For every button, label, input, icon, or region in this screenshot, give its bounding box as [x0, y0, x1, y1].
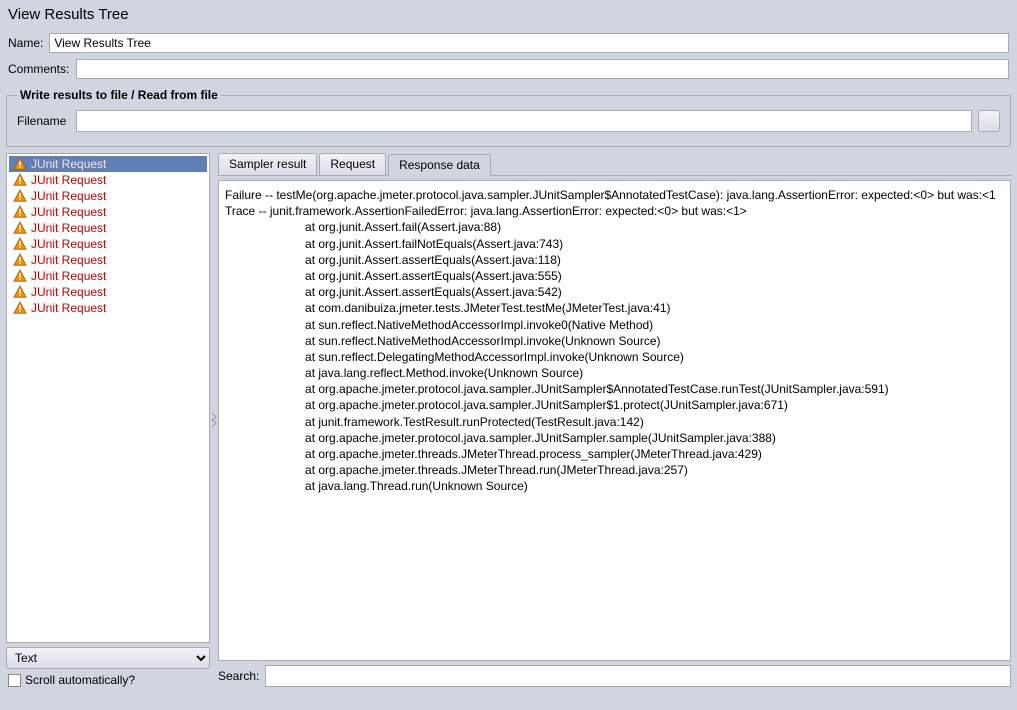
tree-item-label: JUnit Request	[31, 253, 106, 267]
splitter-handle[interactable]	[210, 153, 218, 687]
scroll-auto-label: Scroll automatically?	[25, 673, 135, 687]
tree-item-label: JUnit Request	[31, 173, 106, 187]
tree-item-label: JUnit Request	[31, 221, 106, 235]
tree-item-label: JUnit Request	[31, 189, 106, 203]
tree-item-label: JUnit Request	[31, 157, 106, 171]
search-label: Search:	[218, 669, 259, 683]
page-title: View Results Tree	[8, 6, 1009, 23]
tab-sampler-result[interactable]: Sampler result	[218, 153, 317, 175]
tree-item[interactable]: JUnit Request	[9, 156, 207, 172]
filename-input[interactable]	[76, 110, 972, 132]
tree-item[interactable]: JUnit Request	[9, 204, 207, 220]
tree-item[interactable]: JUnit Request	[9, 172, 207, 188]
name-input[interactable]	[49, 33, 1009, 53]
scroll-auto-checkbox[interactable]	[8, 674, 21, 687]
tree-item-label: JUnit Request	[31, 285, 106, 299]
tree-item-label: JUnit Request	[31, 269, 106, 283]
filename-label: Filename	[17, 114, 70, 128]
response-data-content[interactable]: Failure -- testMe(org.apache.jmeter.prot…	[218, 180, 1011, 661]
tree-item[interactable]: JUnit Request	[9, 220, 207, 236]
tree-item[interactable]: JUnit Request	[9, 188, 207, 204]
tab-request[interactable]: Request	[319, 153, 386, 175]
name-label: Name:	[8, 36, 49, 50]
tree-item[interactable]: JUnit Request	[9, 284, 207, 300]
tree-item[interactable]: JUnit Request	[9, 268, 207, 284]
results-tree[interactable]: JUnit Request JUnit Request JUnit Request J…	[6, 153, 210, 643]
file-section-title: Write results to file / Read from file	[17, 88, 221, 102]
tree-item-label: JUnit Request	[31, 205, 106, 219]
tree-item[interactable]: JUnit Request	[9, 300, 207, 316]
search-input[interactable]	[265, 665, 1011, 687]
tab-bar: Sampler resultRequestResponse data	[218, 153, 1011, 176]
view-type-select[interactable]: Text	[6, 647, 210, 669]
tree-item[interactable]: JUnit Request	[9, 252, 207, 268]
browse-button[interactable]	[978, 110, 1000, 132]
file-section: Write results to file / Read from file F…	[6, 95, 1011, 147]
tree-item-label: JUnit Request	[31, 301, 106, 315]
tree-item-label: JUnit Request	[31, 237, 106, 251]
comments-input[interactable]	[76, 59, 1009, 79]
comments-label: Comments:	[8, 62, 76, 76]
tab-response-data[interactable]: Response data	[388, 154, 491, 176]
tree-item[interactable]: JUnit Request	[9, 236, 207, 252]
